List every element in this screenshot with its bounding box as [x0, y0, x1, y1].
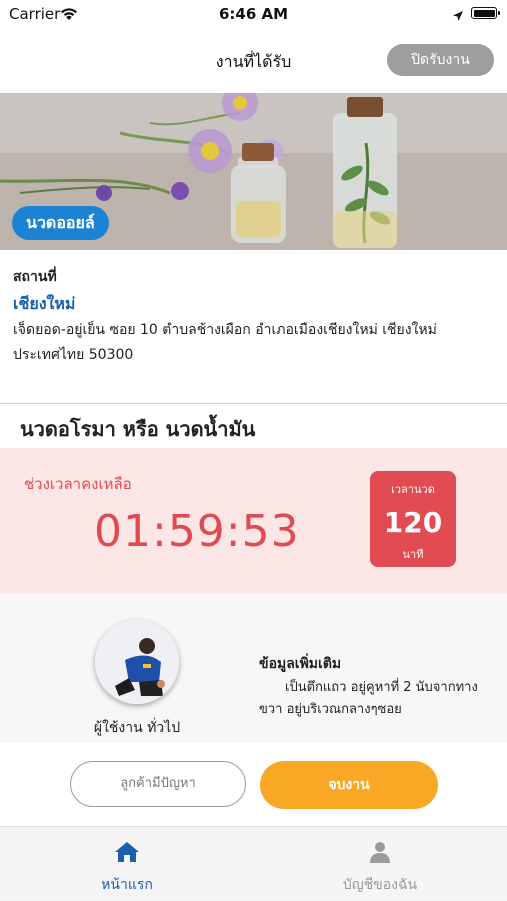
user-icon: [253, 840, 507, 868]
tab-account[interactable]: บัญชีของฉัน: [253, 827, 507, 901]
user-photo-illustration: [95, 620, 179, 704]
customer-name: ผู้ใช้งาน ทั่วไป: [93, 720, 181, 736]
service-name: นวดอโรมา หรือ นวดน้ำมัน: [20, 417, 256, 441]
tab-account-label: บัญชีของฉัน: [342, 877, 418, 893]
location-label: สถานที่: [13, 269, 57, 285]
close-jobs-button[interactable]: ปิดรับงาน: [387, 44, 494, 76]
tab-home-label: หน้าแรก: [101, 877, 153, 893]
duration-box: เวลานวด 120 นาที: [370, 471, 456, 567]
report-problem-button[interactable]: ลูกค้ามีปัญหา: [70, 761, 246, 807]
remaining-time-label: ช่วงเวลาคงเหลือ: [24, 475, 132, 493]
duration-unit: นาที: [402, 548, 424, 561]
action-bar: ลูกค้ามีปัญหา จบงาน: [0, 743, 507, 826]
location-section: สถานที่ เชียงใหม่ เจ็ดยอด-อยู่เย็น ซอย 1…: [0, 250, 507, 404]
location-address: เจ็ดยอด-อยู่เย็น ซอย 10 ตำบลช้างเผือก อำ…: [13, 322, 437, 363]
customer-info-section: ผู้ใช้งาน ทั่วไป ข้อมูลเพิ่มเติม เป็นตึก…: [0, 593, 507, 743]
clock: 6:46 AM: [218, 5, 289, 23]
duration-value: 120: [383, 506, 443, 539]
status-bar: Carrier 6:46 AM: [0, 0, 507, 30]
service-type-badge: นวดออยล์: [12, 206, 109, 240]
service-banner-image: นวดออยล์: [0, 93, 507, 250]
location-arrow-icon: [452, 7, 464, 26]
duration-label: เวลานวด: [391, 483, 435, 496]
more-info-title: ข้อมูลเพิ่มเติม: [259, 656, 342, 672]
timer-section: ช่วงเวลาคงเหลือ 01:59:53 เวลานวด 120 นาท…: [0, 448, 507, 593]
countdown-timer: 01:59:53: [94, 506, 300, 557]
more-info-text: เป็นตึกแถว อยู่คูหาที่ 2 นับจากทางขวา อย…: [259, 680, 478, 717]
tab-bar: หน้าแรก บัญชีของฉัน: [0, 826, 507, 900]
location-city: เชียงใหม่: [13, 294, 76, 313]
home-icon: [0, 840, 254, 868]
tab-home[interactable]: หน้าแรก: [0, 827, 254, 901]
battery-icon: [471, 7, 500, 19]
service-section: นวดอโรมา หรือ นวดน้ำมัน: [0, 404, 507, 448]
avatar: [95, 620, 179, 704]
finish-job-button[interactable]: จบงาน: [260, 761, 438, 809]
navigation-bar: งานที่ได้รับ ปิดรับงาน: [0, 30, 507, 93]
